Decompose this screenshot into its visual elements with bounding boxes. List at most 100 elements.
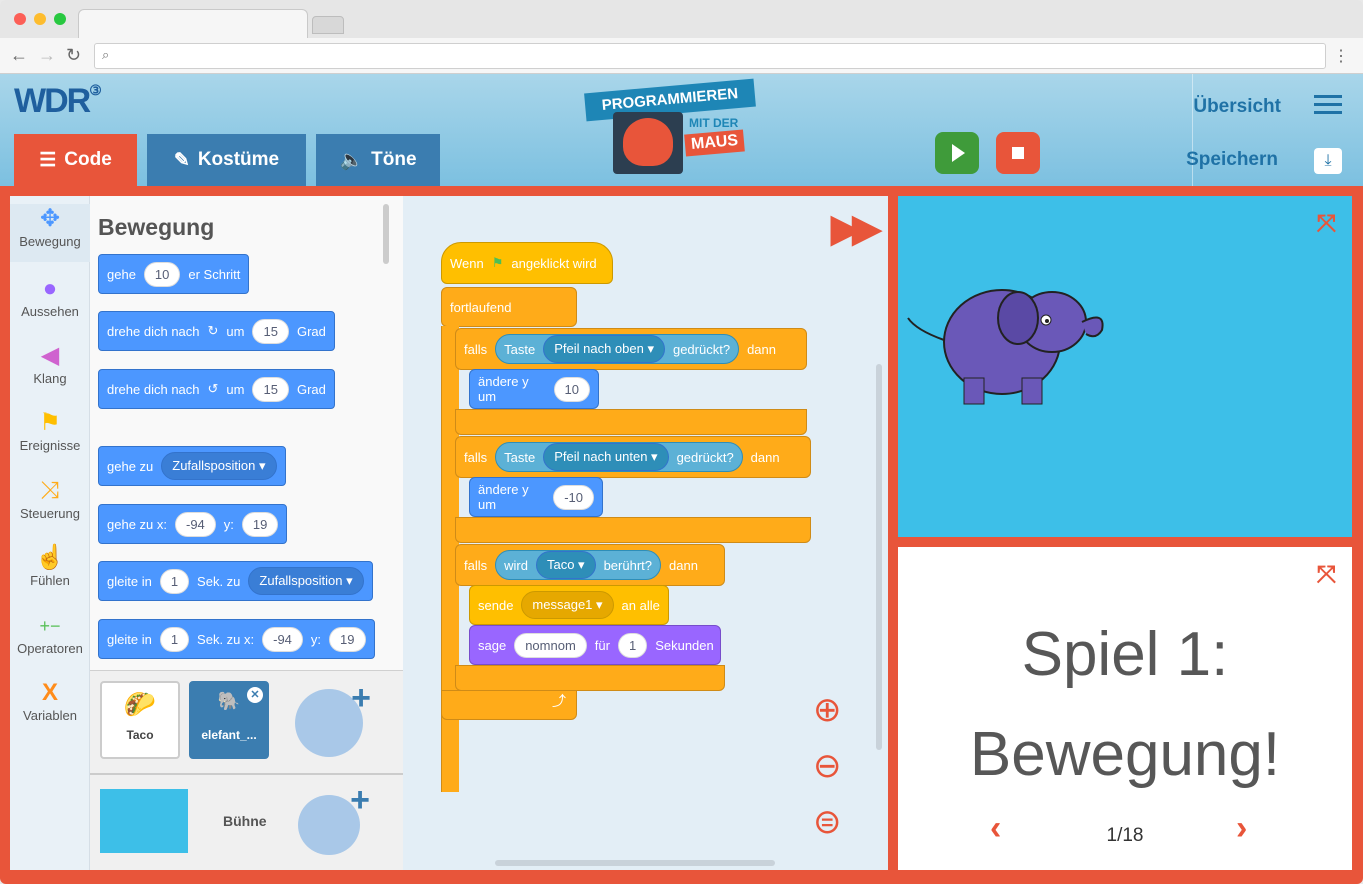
block-turn-right[interactable]: drehe dich nach ↻ um 15 Grad <box>98 311 335 351</box>
category-label: Aussehen <box>21 304 79 319</box>
next-page-icon[interactable]: › <box>1236 809 1247 848</box>
category-klang[interactable]: ◀ Klang <box>10 341 90 386</box>
shuffle-icon: ⤨ <box>40 477 60 504</box>
browser-tab[interactable] <box>78 9 308 39</box>
flag-icon: ⚑ <box>39 409 61 436</box>
block-change-y-up[interactable]: ändere y um 10 <box>469 369 599 409</box>
sprite-pane: 🌮 Taco 🐘 elefant_... ✕ + Bühne + <box>90 670 403 870</box>
category-label: Steuerung <box>20 506 80 521</box>
plusminus-icon: +− <box>39 616 61 636</box>
wdr-logo: WDR③ <box>14 82 102 120</box>
x-input[interactable]: -94 <box>262 626 303 652</box>
stage-label: Bühne <box>223 813 267 829</box>
block-if-down[interactable]: falls Taste Pfeil nach unten ▾ gedrückt? dan… <box>455 436 811 478</box>
plus-icon: + <box>350 781 370 819</box>
seconds-input[interactable]: 1 <box>159 568 190 594</box>
close-window-icon[interactable] <box>14 13 26 25</box>
stage[interactable]: ⤧ <box>898 196 1352 537</box>
address-bar[interactable]: ⌕ <box>94 43 1326 69</box>
search-icon: ⌕ <box>102 47 110 62</box>
collapse-icon[interactable]: ▶▶ <box>831 206 882 251</box>
green-flag-icon: ⚑ <box>491 255 504 270</box>
degrees-input[interactable]: 15 <box>252 318 289 344</box>
zoom-out-icon[interactable]: ⊖ <box>813 746 842 786</box>
speaker-icon: ◀ <box>40 342 60 369</box>
block-goto-xy[interactable]: gehe zu x: -94 y: 19 <box>98 504 288 544</box>
speaker-icon: 🔈 <box>339 150 364 171</box>
category-fuehlen[interactable]: ☝ Fühlen <box>10 543 90 588</box>
category-operatoren[interactable]: +− Operatoren <box>10 611 90 656</box>
category-steuerung[interactable]: ⤨ Steuerung <box>10 476 90 521</box>
category-aussehen[interactable]: ● Aussehen <box>10 274 90 319</box>
move-icon: ✥ <box>39 205 61 232</box>
category-label: Operatoren <box>17 641 83 656</box>
seconds-input[interactable]: 1 <box>159 626 190 652</box>
add-backdrop-button[interactable]: + <box>298 781 370 855</box>
category-bewegung[interactable]: ✥ Bewegung <box>10 204 90 262</box>
menu-icon[interactable]: ⋮ <box>1333 46 1349 66</box>
add-sprite-button[interactable]: + <box>295 679 371 757</box>
block-broadcast[interactable]: sende message1 ▾ an alle <box>469 585 669 625</box>
block-goto[interactable]: gehe zu Zufallsposition ▾ <box>98 446 286 486</box>
app-header: WDR③ ☰ Code ✎ Kostüme 🔈 Töne PROGRAMMIEREN … <box>0 74 1363 186</box>
stop-button[interactable] <box>996 132 1040 174</box>
x-input[interactable]: -94 <box>175 511 216 537</box>
lesson-title-line2: Bewegung! <box>969 720 1281 789</box>
steps-input[interactable]: 10 <box>143 261 181 287</box>
script-vscrollbar[interactable] <box>876 364 882 750</box>
sprite-elefant[interactable]: 🐘 elefant_... ✕ <box>189 681 269 759</box>
palette-scrollbar[interactable] <box>383 204 389 264</box>
sprite-taco[interactable]: 🌮 Taco <box>100 681 180 759</box>
block-glide-xy[interactable]: gleite in 1 Sek. zu x: -94 y: 19 <box>98 619 375 659</box>
save-link[interactable]: Speichern <box>1186 149 1278 171</box>
maximize-window-icon[interactable] <box>54 13 66 25</box>
category-ereignisse[interactable]: ⚑ Ereignisse <box>10 408 90 453</box>
say-seconds-input[interactable]: 1 <box>617 632 648 658</box>
script-hscrollbar[interactable] <box>495 860 775 866</box>
download-icon[interactable]: ⤓ <box>1314 148 1342 174</box>
hamburger-icon[interactable] <box>1314 95 1342 114</box>
title-bar <box>0 0 1363 39</box>
lesson-panel: ⤧ Spiel 1: Bewegung! ‹ 1/18 › <box>898 547 1352 870</box>
reload-icon[interactable]: ↻ <box>66 46 81 64</box>
change-y-input[interactable]: 10 <box>553 376 590 402</box>
block-when-flag[interactable]: Wenn ⚑ angeklickt wird <box>441 242 613 284</box>
green-flag-button[interactable] <box>935 132 979 174</box>
y-input[interactable]: 19 <box>329 626 366 652</box>
minimize-window-icon[interactable] <box>34 13 46 25</box>
tab-costumes[interactable]: ✎ Kostüme <box>147 134 306 186</box>
glide-dropdown[interactable]: Zufallsposition ▾ <box>248 567 364 595</box>
delete-sprite-icon[interactable]: ✕ <box>247 687 263 703</box>
finger-icon: ☝ <box>35 544 65 571</box>
change-y-input[interactable]: -10 <box>553 484 594 510</box>
overview-link[interactable]: Übersicht <box>1193 96 1281 118</box>
category-variablen[interactable]: X Variablen <box>10 678 90 723</box>
elephant-sprite[interactable] <box>906 270 1112 416</box>
zoom-reset-icon[interactable]: ⊜ <box>813 802 842 842</box>
tab-code[interactable]: ☰ Code <box>14 134 137 186</box>
block-if-touching[interactable]: falls wird Taco ▾ berührt? dann <box>455 544 725 586</box>
block-forever[interactable]: fortlaufend <box>441 287 577 327</box>
block-glide[interactable]: gleite in 1 Sek. zu Zufallsposition ▾ <box>98 561 373 601</box>
fullscreen-icon[interactable]: ⤧ <box>1317 561 1336 589</box>
block-palette: Bewegung gehe 10 er Schritt drehe dich nac… <box>90 196 403 670</box>
new-tab-button[interactable] <box>312 16 344 34</box>
block-change-y-down[interactable]: ändere y um -10 <box>469 477 603 517</box>
zoom-in-icon[interactable]: ⊕ <box>813 690 842 730</box>
block-if-up[interactable]: falls Taste Pfeil nach oben ▾ gedrückt? dann <box>455 328 807 370</box>
rotate-left-icon: ↺ <box>207 381 219 396</box>
back-icon[interactable]: ← <box>10 46 28 64</box>
stage-thumbnail[interactable] <box>100 789 188 853</box>
forward-icon[interactable]: → <box>38 46 56 64</box>
y-input[interactable]: 19 <box>241 511 279 537</box>
block-move-steps[interactable]: gehe 10 er Schritt <box>98 254 250 294</box>
goto-dropdown[interactable]: Zufallsposition ▾ <box>161 452 277 480</box>
loop-arrow-icon: ⤴ <box>441 690 577 720</box>
say-text-input[interactable]: nomnom <box>514 632 587 658</box>
block-turn-left[interactable]: drehe dich nach ↺ um 15 Grad <box>98 369 335 409</box>
degrees-input[interactable]: 15 <box>252 376 289 402</box>
fullscreen-icon[interactable]: ⤧ <box>1317 210 1336 238</box>
block-say[interactable]: sage nomnom für 1 Sekunden <box>469 625 721 665</box>
tab-sounds[interactable]: 🔈 Töne <box>316 134 440 186</box>
sprite-name: elefant_... <box>201 728 257 742</box>
